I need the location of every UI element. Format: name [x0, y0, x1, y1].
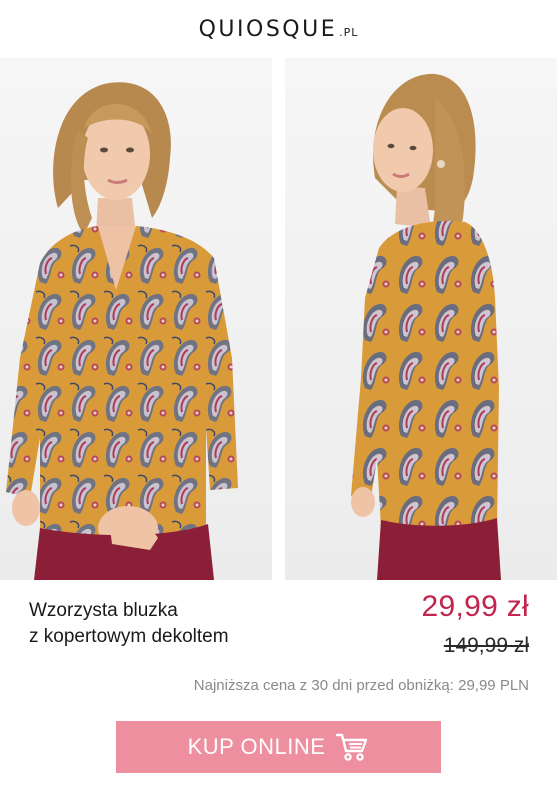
model-side-icon [285, 58, 557, 580]
product-title: Wzorzysta bluzka z kopertowym dekoltem [29, 598, 329, 650]
cart-icon [335, 732, 369, 762]
brand-name: QUIOSQUE [198, 16, 338, 42]
brand-logo[interactable]: QUIOSQUE .PL [199, 17, 359, 42]
lowest-price-note: Najniższa cena z 30 dni przed obniżką: 2… [193, 677, 529, 694]
price-old: 149,99 zł [443, 634, 529, 657]
header: QUIOSQUE .PL [0, 0, 557, 58]
product-title-line-2: z kopertowym dekoltem [29, 626, 229, 647]
product-image-front[interactable] [0, 58, 272, 580]
product-image-side[interactable] [285, 58, 557, 580]
price-current: 29,99 zł [421, 590, 529, 623]
buy-online-label: KUP ONLINE [187, 734, 326, 759]
buy-online-button[interactable]: KUP ONLINE [116, 721, 441, 773]
product-title-line-1: Wzorzysta bluzka [29, 600, 178, 621]
model-front-icon [0, 58, 272, 580]
brand-tld: .PL [339, 25, 359, 39]
